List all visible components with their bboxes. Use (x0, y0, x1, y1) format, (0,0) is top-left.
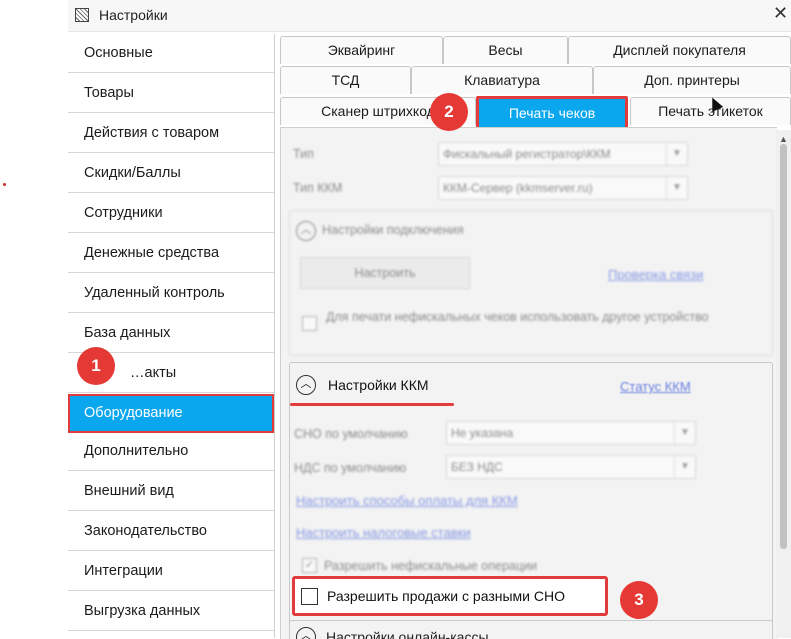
tab-scales[interactable]: Весы (443, 36, 568, 64)
kkm-group-title: Настройки ККМ (328, 377, 429, 393)
sidebar-item-label: Скидки/Баллы (84, 165, 181, 181)
step-2-badge: 2 (430, 93, 468, 131)
scrollbar-thumb[interactable] (780, 144, 787, 549)
title-highlight-underline (290, 403, 454, 406)
chevron-down-icon: ▼ (674, 422, 695, 444)
sidebar-item-legislation[interactable]: Законодательство (68, 512, 274, 551)
chevron-up-icon[interactable]: ︿ (296, 375, 316, 395)
tab-strip: Эквайринг Весы Дисплей покупателя ТСД Кл… (280, 36, 791, 132)
sno-select[interactable]: Не указана ▼ (446, 421, 696, 445)
step-3-badge: 3 (620, 581, 658, 619)
sidebar-item-equipment[interactable]: Оборудование (68, 394, 274, 433)
nds-label: НДС по умолчанию (294, 461, 407, 475)
tab-extra-printers[interactable]: Доп. принтеры (593, 66, 791, 94)
type-value: Фискальный регистратор\ККМ (443, 147, 611, 161)
sidebar-item-data-export[interactable]: Выгрузка данных (68, 592, 274, 631)
sidebar-item-label: Дополнительно (84, 443, 189, 459)
kkm-type-select[interactable]: ККМ-Сервер (kkmserver.ru) ▼ (438, 176, 688, 200)
chevron-down-icon: ▼ (666, 143, 687, 165)
title-bar: Настройки ✕ (68, 0, 791, 32)
type-label: Тип (293, 147, 314, 161)
sidebar-item-label: Сотрудники (84, 205, 163, 221)
sidebar-item-product-actions[interactable]: Действия с товаром (68, 114, 274, 153)
connection-group-title: Настройки подключения (322, 223, 464, 237)
sidebar-item-remote-control[interactable]: Удаленный контроль (68, 274, 274, 313)
kkm-settings-group: ︿ Настройки ККМ Статус ККМ СНО по умолча… (289, 362, 773, 639)
sidebar-item-label: Интеграции (84, 563, 163, 579)
sidebar-item-integrations[interactable]: Интеграции (68, 552, 274, 591)
chevron-down-icon: ▼ (674, 456, 695, 478)
tax-rates-link[interactable]: Настроить налоговые ставки (296, 525, 471, 540)
sidebar-item-basic[interactable]: Основные (68, 34, 274, 73)
sidebar-item-label: Действия с товаром (84, 125, 220, 141)
tab-receipt-printing[interactable]: Печать чеков (476, 96, 628, 131)
sidebar-item-label: Законодательство (84, 523, 207, 539)
sidebar-item-label: Внешний вид (84, 483, 174, 499)
sidebar-item-label: Основные (84, 45, 153, 61)
chevron-down-icon: ▼ (666, 177, 687, 199)
allow-nonfiscal-label: Разрешить нефискальные операции (324, 559, 537, 573)
vertical-scrollbar[interactable]: ▲ (776, 130, 791, 638)
nds-select[interactable]: БЕЗ НДС ▼ (446, 455, 696, 479)
sidebar-item-label: База данных (84, 325, 171, 341)
online-kassa-group: ︿ Настройки онлайн-кассы (289, 620, 773, 639)
allow-mixed-sno-checkbox[interactable] (301, 588, 318, 605)
sno-label: СНО по умолчанию (294, 427, 408, 441)
tab-customer-display[interactable]: Дисплей покупателя (568, 36, 791, 64)
kkm-type-value: ККМ-Сервер (kkmserver.ru) (443, 181, 593, 195)
sidebar-item-money[interactable]: Денежные средства (68, 234, 274, 273)
app-icon (75, 8, 89, 22)
sno-value: Не указана (451, 426, 514, 440)
sidebar-item-label: Денежные средства (84, 245, 220, 261)
kkm-type-label: Тип ККМ (293, 181, 343, 195)
sidebar-item-discounts[interactable]: Скидки/Баллы (68, 154, 274, 193)
chevron-up-icon[interactable]: ︿ (296, 627, 316, 639)
allow-nonfiscal-checkbox[interactable]: ✓ (302, 558, 317, 573)
stray-dot (3, 183, 6, 186)
scroll-up-icon[interactable]: ▲ (779, 134, 788, 144)
mixed-sno-highlight: Разрешить продажи с разными СНО (292, 576, 608, 616)
sidebar-item-products[interactable]: Товары (68, 74, 274, 113)
sidebar: Основные Товары Действия с товаром Скидк… (68, 34, 275, 638)
tab-keyboard[interactable]: Клавиатура (411, 66, 593, 94)
type-select[interactable]: Фискальный регистратор\ККМ ▼ (438, 142, 688, 166)
sidebar-item-employees[interactable]: Сотрудники (68, 194, 274, 233)
window-title: Настройки (99, 7, 168, 23)
close-icon[interactable]: ✕ (773, 3, 788, 24)
step-1-badge: 1 (77, 347, 115, 385)
chevron-up-icon[interactable]: ︿ (296, 221, 316, 241)
tab-tsd[interactable]: ТСД (280, 66, 411, 94)
tab-acquiring[interactable]: Эквайринг (280, 36, 443, 64)
configure-button[interactable]: Настроить (300, 257, 470, 289)
connection-settings-group: ︿ Настройки подключения Настроить Провер… (289, 210, 773, 356)
settings-window: Настройки ✕ Основные Товары Действия с т… (68, 0, 791, 639)
nds-value: БЕЗ НДС (451, 460, 503, 474)
sidebar-item-appearance[interactable]: Внешний вид (68, 472, 274, 511)
sidebar-item-label: Удаленный контроль (84, 285, 225, 301)
sidebar-item-label: Выгрузка данных (84, 603, 201, 619)
settings-content: Тип Фискальный регистратор\ККМ ▼ Тип ККМ … (280, 127, 777, 639)
sidebar-item-label: Оборудование (84, 405, 183, 421)
sidebar-item-additional[interactable]: Дополнительно (68, 432, 274, 471)
other-device-label: Для печати нефискальных чеков использова… (326, 310, 709, 324)
sidebar-item-label: Товары (84, 85, 134, 101)
allow-mixed-sno-label: Разрешить продажи с разными СНО (327, 588, 565, 604)
other-device-checkbox[interactable] (302, 316, 317, 331)
check-connection-link[interactable]: Проверка связи (608, 267, 703, 282)
sidebar-item-label: …акты (130, 365, 177, 381)
kkm-status-link[interactable]: Статус ККМ (620, 379, 691, 394)
payment-methods-link[interactable]: Настроить способы оплаты для ККМ (296, 493, 518, 508)
